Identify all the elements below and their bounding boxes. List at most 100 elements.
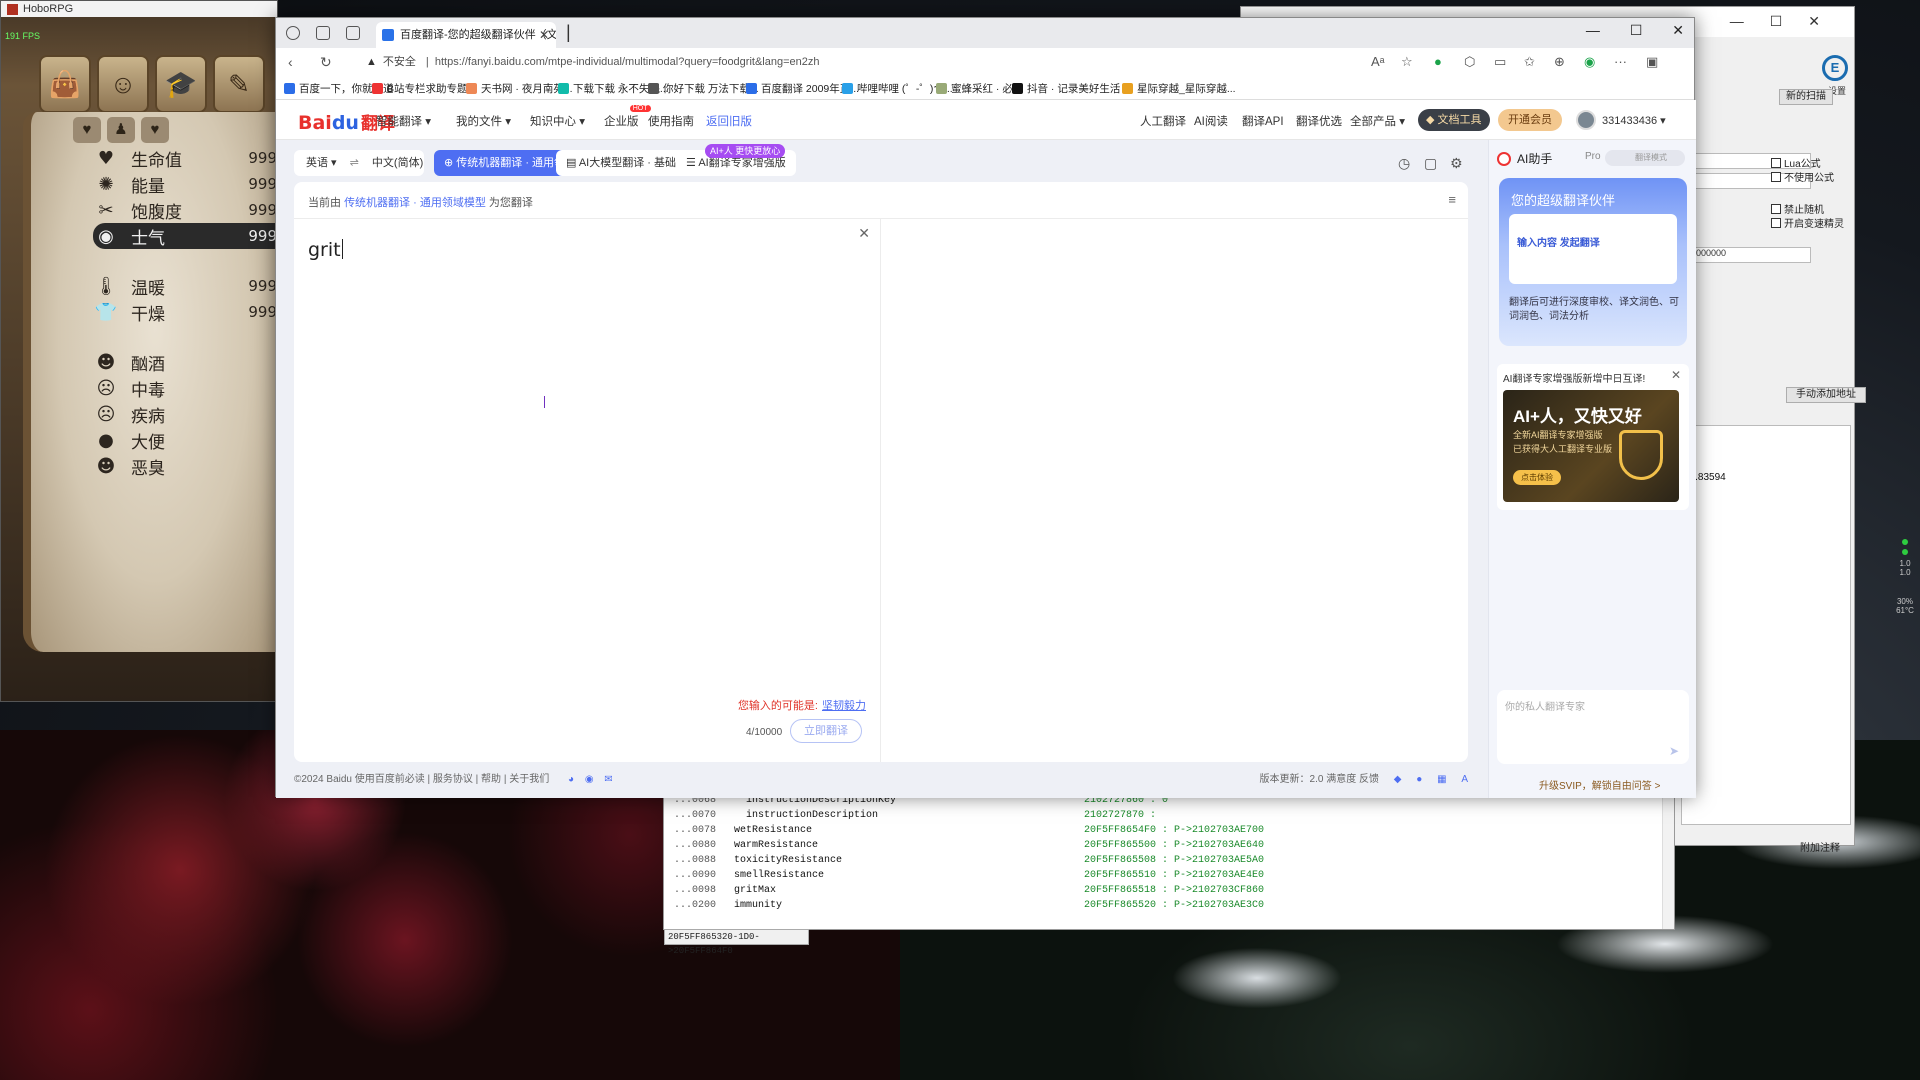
user-avatar[interactable] [1576,110,1596,130]
hex-range-field[interactable]: 00000000 [1681,247,1811,263]
structure-row[interactable]: ...0088 toxicityResistance 20F5FF865508 : … [674,855,1264,870]
no-random-checkbox[interactable]: 禁止随机 [1771,201,1824,216]
close-window-button[interactable]: ✕ [1672,22,1684,38]
engine-model-link[interactable]: 传统机器翻译 · 通用领域模型 [344,197,486,209]
more-menu-icon[interactable]: ··· [1614,54,1627,69]
stat-row[interactable]: ☹ 疾病 [93,401,279,427]
suggestion-link[interactable]: 坚韧毅力 [822,700,866,712]
address-list-item[interactable]: 99.83594 [1682,472,1850,483]
structure-row[interactable]: ...0078 wetResistance 20F5FF8654F0 : P->21… [674,825,1264,840]
tab-close-icon[interactable]: ✕ [539,22,549,48]
source-text-input[interactable]: grit [308,239,343,261]
email-icon[interactable]: ✉ [604,774,612,785]
no-formula-checkbox[interactable]: 不使用公式 [1771,169,1834,184]
window-controls[interactable]: — ☐ ✕ [1560,22,1684,39]
person-tab-icon[interactable]: ♟ [107,117,135,143]
nav-enterprise[interactable]: 企业版 HOT [604,105,651,129]
address-list-item[interactable]: 99 [1682,461,1850,472]
copilot-icon[interactable]: ◉ [1584,54,1595,70]
structure-row[interactable]: ...0070 instructionDescription 2102727870… [674,810,1156,825]
ad-cta-button[interactable]: 点击体验 [1513,470,1561,485]
nav-old-version[interactable]: 返回旧版 [706,113,752,129]
profile-icon[interactable] [286,26,300,40]
vertical-scrollbar[interactable] [1662,791,1674,929]
stat-row[interactable]: ☹ 中毒 [93,375,279,401]
new-tab-button[interactable]: | [566,22,571,43]
nav-smart-translate[interactable]: 智能翻译 ▾ [376,113,431,129]
nav-translate-select[interactable]: 翻译优选 [1296,113,1342,129]
appstore-icon[interactable]: A [1461,774,1468,785]
extension-puzzle-icon[interactable]: ⬡ [1464,54,1475,70]
favorites-icon[interactable]: ✩ [1524,54,1535,70]
new-scan-button[interactable]: 新的扫描 [1779,89,1833,105]
browser-window[interactable]: 百度翻译-您的超级翻译伙伴（文 ✕ | — ☐ ✕ ‹ ↻ ▲ 不安全 | http… [275,17,1696,798]
nav-translate-api[interactable]: 翻译API [1242,113,1284,129]
swap-languages-icon[interactable]: ⇌ [350,157,359,169]
wechat-icon[interactable]: ◉ [585,774,594,785]
translate-button[interactable]: 立即翻译 [790,719,862,743]
ad-banner[interactable]: AI+人，又快又好 全新AI翻译专家增强版 已获得大人工翻译专业版 点击体验 [1503,390,1679,502]
nav-knowledge-center[interactable]: 知识中心 ▾ [530,113,585,129]
stat-row[interactable]: ☻ 酗酒 [93,349,279,375]
not-secure-label[interactable]: 不安全 [383,56,416,68]
bookmark-item[interactable]: 星际穿越_星际穿越... [1122,81,1236,96]
stat-row[interactable]: ✂ 饱腹度 999 [93,197,279,223]
open-vip-button[interactable]: 开通会员 [1498,109,1562,131]
bookmark-item[interactable]: B站专栏求助专题... [372,81,476,96]
url-text[interactable]: https://fanyi.baidu.com/mtpe-individual/… [435,56,820,68]
address-list-item[interactable]: 99 [1682,450,1850,461]
history-icon[interactable]: ◷ [1398,155,1410,172]
stat-row[interactable]: ● 大便 [93,427,279,453]
game-title-bar[interactable]: HoboRPG [1,1,277,17]
footer-version-feedback[interactable]: 版本更新：2.0 满意度 反馈 [1260,774,1379,785]
structure-row[interactable]: ...0090 smellResistance 20F5FF865510 : P->… [674,870,1264,885]
shield-tab-icon[interactable]: ♥ [141,117,169,143]
address-bar[interactable]: ▲ 不安全 | https://fanyi.baidu.com/mtpe-indiv… [366,52,1416,72]
bag-icon[interactable]: 👜 [39,55,91,113]
weibo-icon[interactable]: ◕ [568,774,574,785]
address-list-item[interactable]: 7 [1682,428,1850,439]
nav-human-translation[interactable]: 人工翻译 [1140,113,1186,129]
upgrade-svip-link[interactable]: 升级SVIP，解锁自由问答 > [1539,777,1660,792]
heart-tab-icon[interactable]: ♥ [73,117,101,143]
refresh-icon[interactable]: ↻ [320,54,332,71]
target-output-area[interactable] [882,219,1468,762]
split-screen-icon[interactable]: ▭ [1494,54,1506,70]
structure-row[interactable]: ...0098 gritMax 20F5FF865518 : P->2102703C… [674,885,1264,900]
collections-bar-icon[interactable]: ⊕ [1554,54,1565,70]
settings-gear-icon[interactable]: ⚙ [1450,155,1463,172]
ad-close-icon[interactable]: ✕ [1671,368,1681,382]
tab-baidu-translate[interactable]: 百度翻译-您的超级翻译伙伴（文 ✕ [376,22,556,48]
stat-row[interactable]: ✺ 能量 999 [93,171,279,197]
panel-menu-icon[interactable]: ≡ [1448,192,1456,207]
structure-row[interactable]: ...0080 warmResistance 20F5FF865500 : P->2… [674,840,1264,855]
bookmark-item[interactable]: 蜜蜂采红 · 必备 [936,81,1023,96]
sidebar-toggle-icon[interactable]: ▣ [1646,54,1658,70]
folder-icon[interactable]: ▢ [1424,155,1437,172]
android-icon[interactable]: ◆ [1394,774,1402,785]
address-list-item[interactable]: 87 [1682,439,1850,450]
nav-all-products[interactable]: 全部产品 ▾ [1350,113,1405,129]
game-viewport[interactable]: 191 FPS 👜 ☺ 🎓 ✎ ♥ ♟ ♥ ♥ 生命值 999 ✺ 能量 999 ✂ 饱腹度 999… [1,17,279,701]
clear-input-icon[interactable]: ✕ [858,225,870,242]
bookmark-item[interactable]: 你好下载 万法下载... [648,81,759,96]
footer-links[interactable]: ©2024 Baidu 使用百度前必读 | 服务协议 | 帮助 | 关于我们 [294,774,549,785]
minimize-button[interactable]: — [1586,22,1600,38]
character-icon[interactable]: ☺ [97,55,149,113]
tab-strip[interactable]: 百度翻译-您的超级翻译伙伴（文 ✕ | — ☐ ✕ [276,18,1694,48]
ai-chat-input[interactable]: 你的私人翻译专家 ➤ [1497,690,1689,764]
add-address-button[interactable]: 手动添加地址 [1786,387,1866,403]
memory-tool-window-controls[interactable]: —☐✕ [1730,13,1846,30]
stat-row[interactable]: ◉ 士气 999 [93,223,279,249]
nav-ai-read[interactable]: AI阅读 [1194,113,1228,129]
nav-guide[interactable]: 使用指南 [648,113,694,129]
send-icon[interactable]: ➤ [1669,744,1679,758]
stat-row[interactable]: ♥ 生命值 999 [93,145,279,171]
app-logo-icon[interactable]: E [1822,55,1848,81]
collections-icon[interactable] [316,26,330,40]
nav-my-files[interactable]: 我的文件 ▾ [456,113,511,129]
address-list[interactable]: 7 87 99 99 99.83594 99 [1681,425,1851,825]
stat-row[interactable]: 👕 干燥 999 [93,299,279,325]
source-language-select[interactable]: 英语 ▾ [306,157,337,169]
game-window[interactable]: HoboRPG 191 FPS 👜 ☺ 🎓 ✎ ♥ ♟ ♥ ♥ 生命值 999 ✺ 能量 99… [0,0,279,702]
